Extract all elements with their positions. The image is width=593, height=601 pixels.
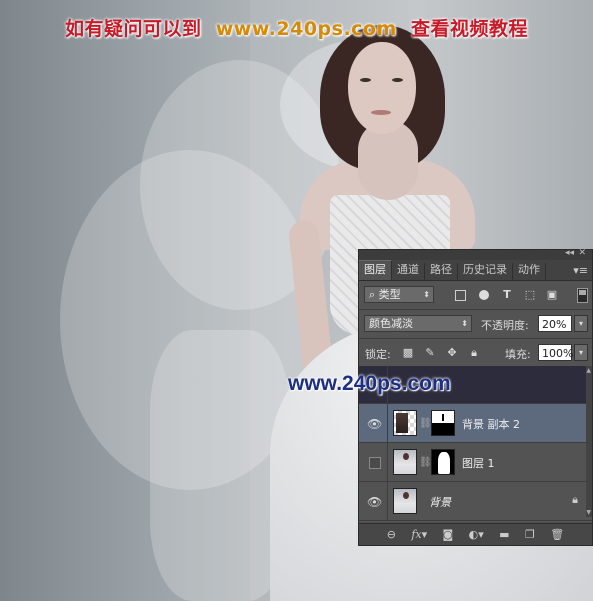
layers-panel: ◂◂ ✕ 图层 通道 路径 历史记录 动作 ▾≡ ⌕ 类型 ⬍ T ⬚ ▣ 颜色… (358, 248, 593, 546)
eye-icon[interactable]: 👁︎ (367, 495, 382, 509)
banner-url: www.240ps.com (215, 18, 397, 40)
scroll-up-icon[interactable]: ▲ (586, 367, 591, 374)
layer-filter-row: ⌕ 类型 ⬍ T ⬚ ▣ (359, 281, 592, 310)
fx-label: fx (411, 528, 422, 541)
layer-thumbnail (393, 488, 417, 514)
folder-icon[interactable]: ▬ (499, 528, 509, 541)
layers-bottom-toolbar: ⊖ fx▾ ◙ ◐▾ ▬ ❐ 🗑︎ (359, 523, 592, 545)
visibility-toggle-off[interactable] (369, 457, 381, 469)
blend-row: 颜色减淡 ⬍ 不透明度: 20% ▾ (359, 310, 592, 339)
opacity-input[interactable]: 20% (538, 315, 572, 332)
visibility-column: 👁︎ (359, 404, 388, 442)
lock-transparency-icon[interactable]: ▩ (401, 346, 415, 360)
lock-label: 锁定: (365, 348, 391, 361)
tutorial-banner: 如有疑问可以到 www.240ps.com 查看视频教程 (0, 14, 593, 41)
eye-icon[interactable]: 👁︎ (367, 417, 382, 431)
panel-menu-icon[interactable]: ▾≡ (573, 264, 588, 277)
lock-paint-icon[interactable]: ✎ (423, 346, 437, 360)
smart-object-filter-icon[interactable]: ▣ (545, 288, 559, 302)
banner-text-2: 查看视频教程 (411, 18, 529, 40)
lock-icon: 🔒︎ (572, 493, 578, 506)
collapse-icon[interactable]: ◂◂ (565, 248, 574, 258)
lips (371, 110, 391, 115)
layer-mask-thumbnail[interactable] (431, 449, 455, 475)
eye (360, 78, 371, 82)
visibility-column: 👁︎ (359, 482, 388, 520)
fill-input[interactable]: 100% (538, 344, 573, 361)
layer-thumbnail (393, 449, 417, 475)
dropdown-arrow-icon: ⬍ (461, 319, 468, 328)
layer-name[interactable]: 图层 1 (462, 455, 495, 471)
lock-position-icon[interactable]: ✥ (445, 346, 459, 360)
opacity-slider-button[interactable]: ▾ (574, 315, 588, 332)
panel-tabs: 图层 通道 路径 历史记录 动作 ▾≡ (359, 260, 592, 281)
scroll-down-icon[interactable]: ▼ (586, 509, 591, 516)
adjustment-icon[interactable]: ◐▾ (469, 528, 484, 541)
mask-link-icon[interactable]: ⛓︎ (419, 418, 432, 429)
visibility-column (359, 443, 388, 481)
tab-paths[interactable]: 路径 (425, 263, 458, 280)
face (348, 42, 416, 134)
lock-row: 锁定: ▩ ✎ ✥ 🔒︎ 填充: 100% ▾ (359, 339, 592, 368)
type-filter-icon[interactable]: T (500, 288, 514, 302)
layer-thumbnail (393, 410, 417, 436)
layer-row-layer-1[interactable]: ⛓︎ 图层 1 (359, 443, 592, 482)
filter-type-dropdown[interactable]: ⌕ 类型 ⬍ (364, 286, 434, 303)
layers-scrollbar[interactable]: ▲ ▼ (586, 366, 592, 517)
layer-row-background-copy-2[interactable]: 👁︎ ⛓︎ 背景 副本 2 (359, 404, 592, 443)
mask-link-icon[interactable]: ⛓︎ (419, 457, 432, 468)
site-watermark: www.240ps.com (288, 372, 451, 395)
blend-mode-dropdown[interactable]: 颜色减淡 ⬍ (364, 315, 472, 332)
tab-channels[interactable]: 通道 (392, 263, 425, 280)
banner-text-1: 如有疑问可以到 (64, 18, 202, 40)
blend-mode-value: 颜色减淡 (369, 317, 413, 330)
search-icon: ⌕ (369, 288, 379, 301)
opacity-label: 不透明度: (481, 319, 529, 332)
fx-icon[interactable]: fx▾ (411, 528, 427, 541)
layer-row-background[interactable]: 👁︎ 背景 🔒︎ (359, 482, 592, 521)
mask-icon[interactable]: ◙ (443, 528, 454, 541)
eye (392, 78, 403, 82)
lock-all-icon[interactable]: 🔒︎ (467, 346, 481, 360)
link-icon[interactable]: ⊖ (387, 528, 396, 541)
filter-toggle[interactable] (577, 288, 588, 303)
new-layer-icon[interactable]: ❐ (525, 528, 535, 541)
close-icon[interactable]: ✕ (578, 248, 586, 258)
tab-actions[interactable]: 动作 (513, 263, 546, 280)
pixel-filter-icon[interactable] (455, 290, 466, 301)
shape-filter-icon[interactable]: ⬚ (523, 288, 537, 302)
tab-layers[interactable]: 图层 (359, 260, 392, 280)
tab-history[interactable]: 历史记录 (458, 263, 513, 280)
adjustment-filter-icon[interactable] (479, 290, 489, 300)
veil-part (150, 330, 290, 601)
fill-slider-button[interactable]: ▾ (574, 344, 588, 361)
filter-type-label: 类型 (378, 288, 401, 301)
layer-name[interactable]: 背景 副本 2 (462, 416, 520, 432)
panel-title-bar: ◂◂ ✕ (359, 248, 592, 260)
layer-mask-thumbnail[interactable] (431, 410, 455, 436)
fill-label: 填充: (505, 348, 531, 361)
trash-icon[interactable]: 🗑︎ (550, 528, 564, 541)
dropdown-arrow-icon: ⬍ (423, 290, 430, 299)
layer-name[interactable]: 背景 (429, 494, 451, 510)
